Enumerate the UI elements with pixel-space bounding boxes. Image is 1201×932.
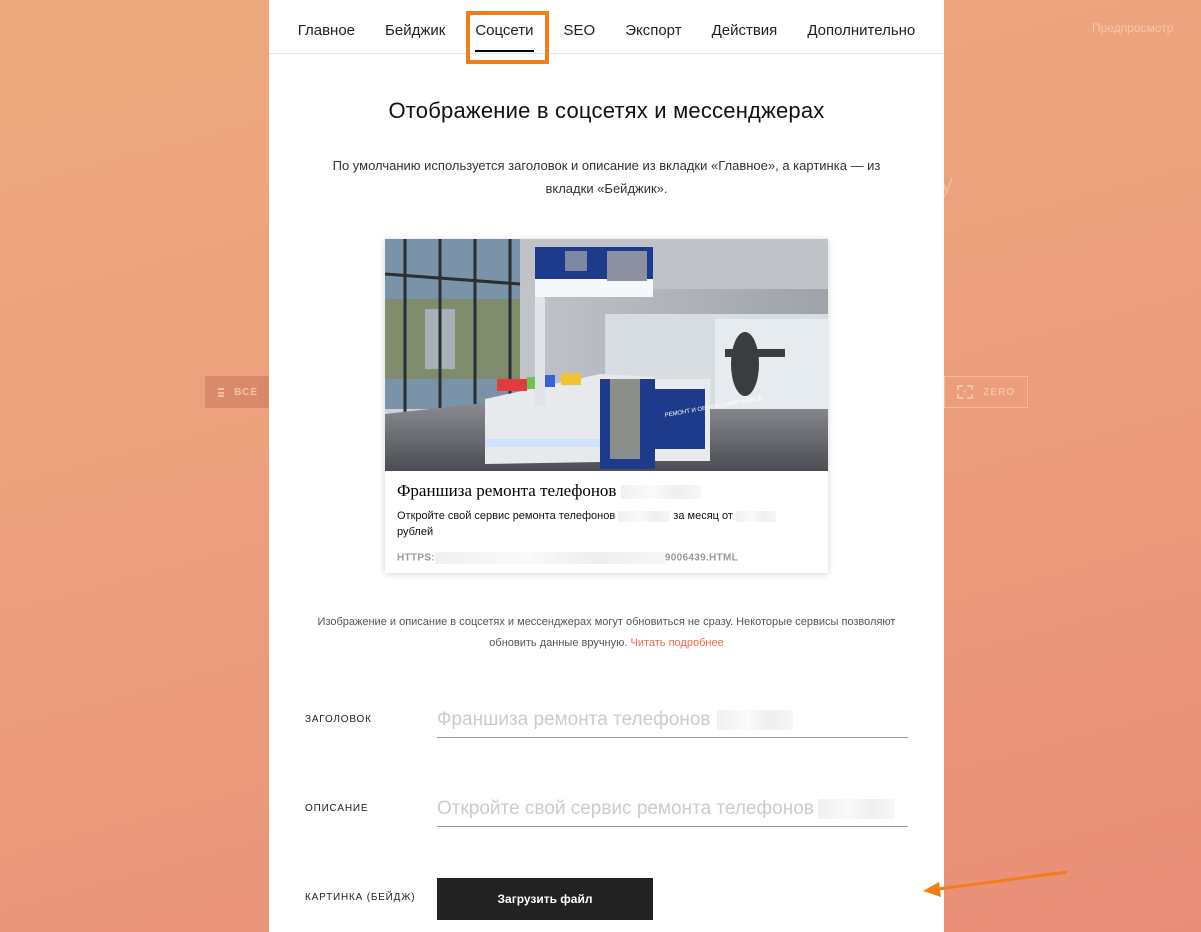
tab-badge[interactable]: Бейджик [370,22,460,39]
preview-link: Предпросмотр [1092,21,1174,35]
tab-additional[interactable]: Дополнительно [792,22,930,39]
redacted-block [736,510,776,522]
section-description: По умолчанию используется заголовок и оп… [332,158,881,196]
preview-description-mid: за месяц от [670,510,733,522]
page-settings-panel: Главное Бейджик Соцсети SEO Экспорт Дейс… [269,0,1068,932]
update-note: Изображение и описание в соцсетях и месс… [309,612,904,654]
preview-description: Откройте свой сервис ремонта телефонов з… [397,508,787,540]
tab-export[interactable]: Экспорт [610,22,696,39]
menu-icon [218,387,225,397]
preview-url-start: HTTPS: [397,552,435,564]
settings-tabs: Главное Бейджик Соцсети SEO Экспорт Дейс… [269,0,944,54]
social-preview-card: РЕМОНТ И ОБМЕН СМАРТФОНОВ Франшиза ремон… [385,239,828,573]
redacted-block [620,485,701,500]
title-input-value: Франшиза ремонта телефонов [437,708,711,730]
preview-url: HTTPS: 9006439.HTML [397,552,816,564]
redacted-block [817,798,894,819]
description-input-value: Откройте свой сервис ремонта телефонов [437,797,814,819]
preview-url-end: 9006439.HTML [664,552,738,564]
redacted-block [716,709,793,730]
preview-description-end: рублей [397,526,434,538]
image-field-label: КАРТИНКА (БЕЙДЖ) [305,892,416,903]
preview-title-text: Франшиза ремонта телефонов [397,481,617,500]
description-field-label: ОПИСАНИЕ [305,803,369,814]
preview-image: РЕМОНТ И ОБМЕН СМАРТФОНОВ [385,239,828,471]
read-more-link[interactable]: Читать подробнее [631,637,724,649]
section-title: Отображение в соцсетях и мессенджерах [388,98,825,123]
preview-title: Франшиза ремонта телефонов [397,481,816,501]
tab-actions[interactable]: Действия [697,22,793,39]
redacted-block [618,510,671,522]
arrow-annotation [923,870,1068,897]
tab-seo[interactable]: SEO [549,22,611,39]
upload-file-button[interactable]: Загрузить файл [437,878,653,920]
all-blocks-label: ВСЕ [234,386,258,398]
title-field-label: ЗАГОЛОВОК [305,714,372,725]
title-input[interactable]: Франшиза ремонта телефонов [437,702,908,738]
zero-block-label: ZERO [983,386,1015,398]
preview-description-start: Откройте свой сервис ремонта телефонов [397,510,616,522]
tab-highlight-annotation [466,11,549,64]
all-blocks-button: ВСЕ [205,376,271,408]
zero-block-button: ⚡ ZERO [944,376,1028,408]
update-note-text: Изображение и описание в соцсетях и месс… [317,616,896,649]
redacted-block [434,552,665,564]
description-input[interactable]: Откройте свой сервис ремонта телефонов [437,791,908,827]
zero-block-icon: ⚡ [957,385,974,399]
tab-main[interactable]: Главное [283,22,370,39]
preview-card-body: Франшиза ремонта телефонов Откройте свой… [385,471,828,564]
